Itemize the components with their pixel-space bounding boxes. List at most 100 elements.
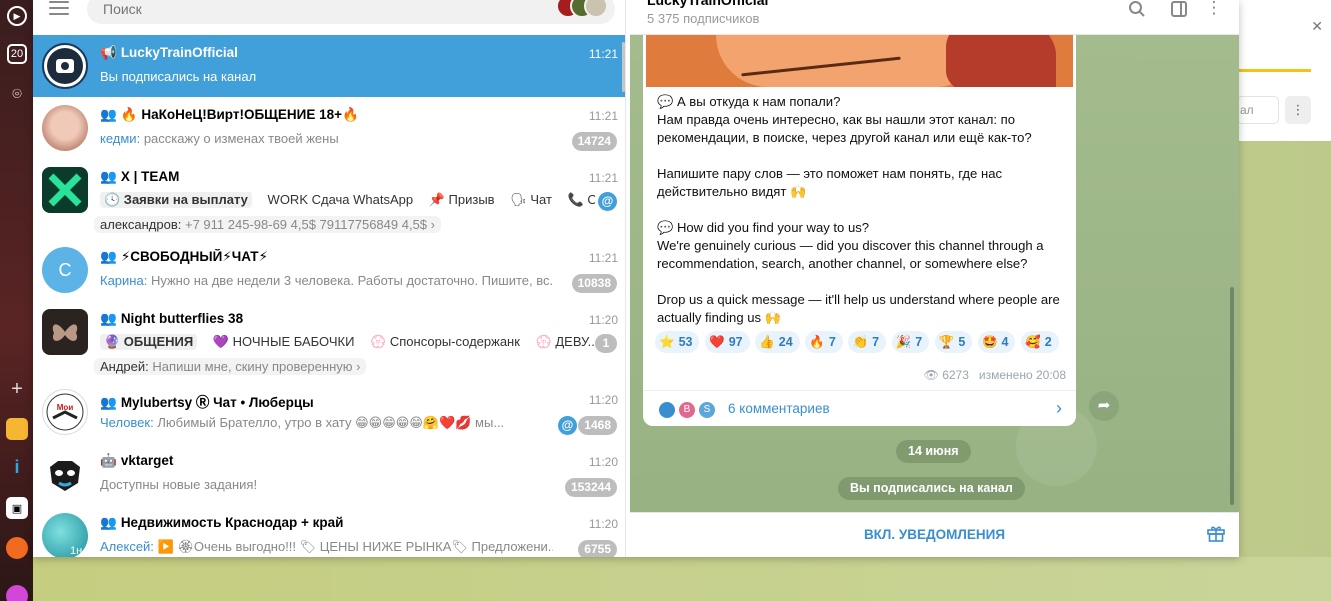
channel-name[interactable]: LuckyTrainOfficial	[647, 0, 768, 8]
chat-time: 11:20	[588, 517, 618, 531]
conversation-scrollbar[interactable]	[1230, 287, 1234, 505]
reaction-button[interactable]: ❤️ 97	[705, 331, 750, 353]
edited-time: изменено 20:08	[978, 368, 1066, 382]
chat-item-xteam[interactable]: 👥 X | TEAM 11:21 🕓 Заявки на выплату WORK…	[33, 159, 625, 239]
app-purple-icon[interactable]	[6, 585, 28, 601]
chat-time: 11:21	[588, 171, 618, 185]
reaction-button[interactable]: 🤩 4	[977, 331, 1016, 353]
avatar: 1н	[42, 513, 88, 557]
enable-notifications-button[interactable]: ВКЛ. УВЕДОМЛЕНИЯ	[630, 527, 1239, 542]
chat-item-luckytrain[interactable]: 📢 LuckyTrainOfficial 11:21 Вы подписались…	[33, 35, 625, 97]
topic-tab[interactable]: 🗣 Чат	[510, 192, 552, 207]
group-icon: 👥	[100, 169, 117, 184]
app-black-icon[interactable]: ▣	[6, 497, 28, 519]
search-input[interactable]	[87, 0, 615, 24]
app-blue-icon[interactable]: i	[6, 456, 28, 478]
unread-badge: 14724	[571, 132, 617, 151]
more-options-icon[interactable]: ⋮	[1205, 0, 1223, 18]
camera-icon[interactable]: ⌾	[6, 84, 28, 106]
chat-time: 11:20	[588, 455, 618, 469]
telegram-icon	[657, 400, 677, 420]
chat-item-virt[interactable]: 👥 🔥 НаКоНеЦ!Вирт!ОБЩЕНИЕ 18+🔥 11:21 кедми…	[33, 97, 625, 159]
chat-list: 📢 LuckyTrainOfficial 11:21 Вы подписались…	[33, 35, 625, 557]
avatar	[42, 43, 88, 89]
topic-tab[interactable]: 💮 ДЕВУ...	[536, 334, 595, 349]
close-icon[interactable]: ✕	[1311, 18, 1323, 35]
group-icon: 👥 🔥	[100, 107, 138, 122]
topic-tab[interactable]: 📞 От...	[568, 192, 595, 207]
chat-last-message: Вы подписались на канал	[100, 69, 257, 84]
post-text: 💬 А вы откуда к нам попали? Нам правда о…	[657, 93, 1069, 345]
gift-icon[interactable]	[1205, 523, 1227, 545]
chat-time: 11:20	[588, 393, 618, 407]
chat-last-message: Доступны новые задания!	[100, 477, 258, 492]
chat-time: 11:21	[588, 109, 618, 123]
reaction-button[interactable]: 👍 24	[755, 331, 800, 353]
chat-time: 11:20	[588, 313, 618, 327]
group-icon: 👥	[100, 311, 117, 326]
topic-tab[interactable]: 📌 Призыв	[429, 192, 495, 207]
chat-item-svobodny[interactable]: С 👥 ⚡СВОБОДНЫЙ⚡ЧАТ⚡ 11:21 Карина: Нужно н…	[33, 239, 625, 301]
story-avatars[interactable]	[556, 0, 616, 20]
avatar: С	[42, 247, 88, 293]
conversation-panel: LuckyTrainOfficial 5 375 подписчиков ⋮ 💬…	[630, 0, 1239, 557]
chat-title: 👥 Night butterflies 38	[100, 311, 244, 326]
avatar	[42, 451, 88, 497]
search-icon[interactable]	[1128, 0, 1146, 18]
more-icon[interactable]: ⋮	[1285, 96, 1311, 124]
reaction-button[interactable]: 🎉 7	[891, 331, 930, 353]
desktop-background	[33, 557, 1331, 601]
chat-list-scrollbar[interactable]	[622, 42, 625, 92]
calendar-icon[interactable]: 20	[7, 44, 27, 64]
unread-badge: 10838	[571, 274, 617, 293]
topic-tab[interactable]: 🕓 Заявки на выплату	[100, 192, 252, 208]
avatar: Мои	[42, 389, 88, 435]
reaction-button[interactable]: 🥰 2	[1021, 331, 1059, 353]
date-separator: 14 июня	[896, 440, 971, 463]
avatar	[42, 309, 88, 355]
avatar	[42, 167, 88, 213]
topic-tab[interactable]: 💮 Спонсоры-содержанк	[370, 334, 520, 349]
channel-icon: 📢	[100, 45, 117, 60]
reaction-button[interactable]: 🏆 5	[934, 331, 973, 353]
chat-item-krasnodar[interactable]: 1н 👥 Недвижимость Краснодар + край 11:20 …	[33, 505, 625, 557]
chat-list-header	[33, 0, 625, 35]
play-icon[interactable]: ▶	[7, 6, 27, 26]
chat-item-vktarget[interactable]: 🤖 vktarget 11:20 Доступны новые задания! …	[33, 443, 625, 505]
comments-button[interactable]: B S 6 комментариев ›	[643, 390, 1076, 426]
topic-tab[interactable]: WORK Сдача WhatsApp	[268, 192, 414, 207]
reaction-list: ⭐ 53 ❤️ 97 👍 24 🔥 7 👏 7 🎉 7 🏆 5 🤩 4 🥰 2	[655, 331, 1065, 357]
bg-button[interactable]: ал	[1237, 96, 1279, 124]
reaction-button[interactable]: 👏 7	[848, 331, 887, 353]
share-icon[interactable]: ➦	[1089, 391, 1119, 421]
mention-badge: @	[598, 192, 617, 211]
reaction-button[interactable]: 🔥 7	[805, 331, 843, 353]
chat-title: 👥 X | TEAM	[100, 169, 180, 184]
chat-item-mylubertsy[interactable]: Мои 👥 Mylubertsy Ⓡ Чат • Люберцы 11:20 Че…	[33, 381, 625, 443]
progress-bar	[1239, 69, 1311, 72]
chat-time: 11:21	[588, 47, 618, 61]
chat-item-night-butterflies[interactable]: 👥 Night butterflies 38 11:20 🔮 ОБЩЕНИЯ 💜 …	[33, 301, 625, 381]
reaction-button[interactable]: ⭐ 53	[655, 331, 700, 353]
topic-tab[interactable]: 💜 НОЧНЫЕ БАБОЧКИ	[213, 334, 355, 349]
bot-icon: 🤖	[100, 453, 117, 468]
unread-badge: 153244	[564, 478, 617, 497]
post-paragraph: Напишите пару слов — это поможет нам пон…	[657, 166, 1003, 199]
plus-icon[interactable]: +	[6, 378, 28, 400]
post-image[interactable]	[646, 35, 1073, 87]
topic-tab[interactable]: 🔮 ОБЩЕНИЯ	[100, 334, 198, 350]
channel-post: 💬 А вы откуда к нам попали? Нам правда о…	[643, 35, 1076, 426]
hamburger-menu-icon[interactable]	[49, 1, 69, 15]
unread-badge: 6755	[578, 540, 617, 557]
comments-label: 6 комментариев	[728, 401, 830, 416]
sidebar-toggle-icon[interactable]	[1170, 0, 1188, 18]
service-message: Вы подписались на канал	[838, 477, 1025, 500]
post-meta: 👁 6273 изменено 20:08	[924, 368, 1066, 382]
eye-icon: 👁	[923, 368, 939, 382]
chat-title: 👥 🔥 НаКоНеЦ!Вирт!ОБЩЕНИЕ 18+🔥	[100, 107, 359, 122]
app-mail-icon[interactable]	[6, 537, 28, 559]
chat-title: 👥 Недвижимость Краснодар + край	[100, 515, 344, 530]
avatar: S	[697, 400, 717, 420]
app-orange-icon[interactable]	[6, 418, 28, 440]
taskbar: ▶ 20 ⌾ + i ▣	[0, 0, 33, 601]
